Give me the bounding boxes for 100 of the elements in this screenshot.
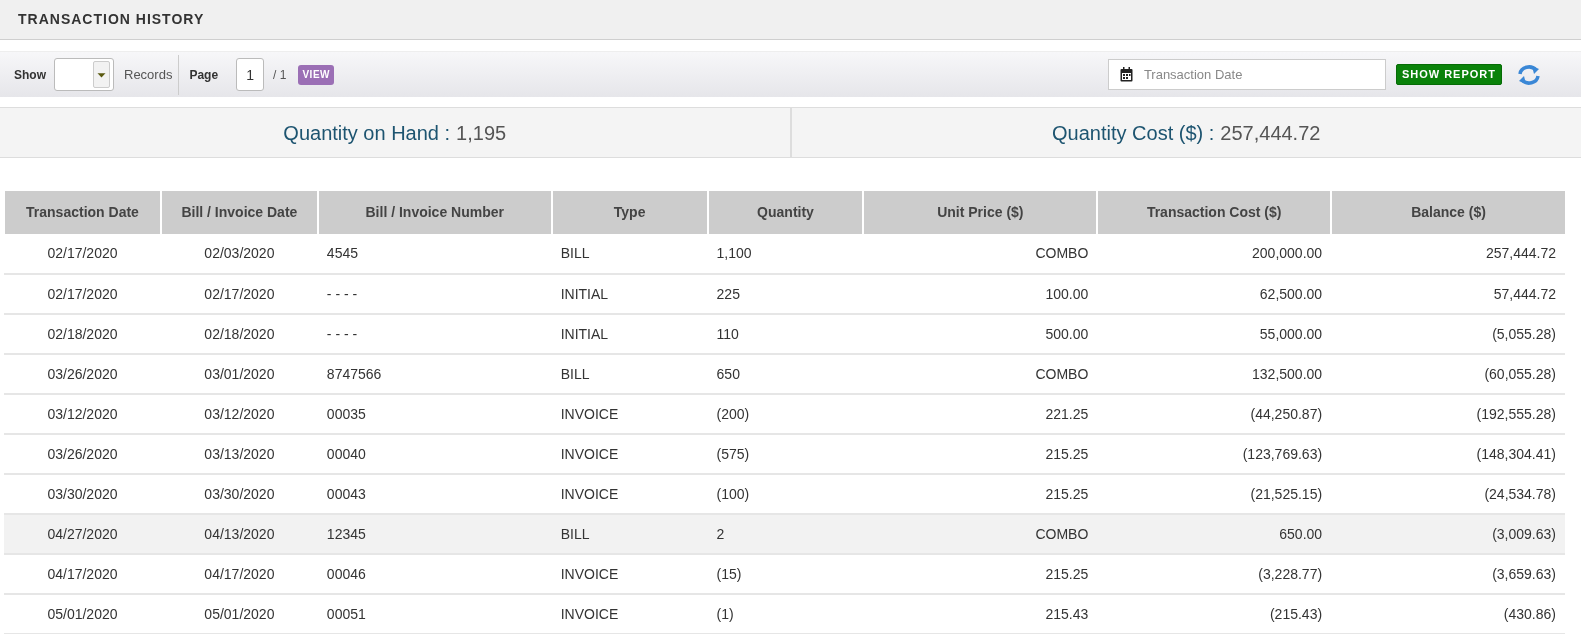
table-cell: INVOICE (551, 394, 708, 434)
table-cell: (60,055.28) (1331, 354, 1565, 394)
show-label: Show (14, 66, 46, 84)
table-cell: BILL (551, 514, 708, 554)
column-header: Bill / Invoice Number (317, 191, 552, 234)
table-cell: INITIAL (551, 314, 708, 354)
table-cell: 225 (707, 274, 864, 314)
table-cell: 00035 (317, 394, 552, 434)
table-cell: 00046 (317, 554, 552, 594)
table-cell: INITIAL (551, 274, 708, 314)
table-cell: INVOICE (551, 474, 708, 514)
table-row[interactable]: 02/17/2020 02/03/2020 4545 BILL 1,100 COMBO 200,000.00 257,444.72 (4, 234, 1565, 274)
table-cell: (100) (707, 474, 864, 514)
table-cell: 00051 (317, 594, 552, 634)
table-cell: 2 (707, 514, 864, 554)
table-cell: 12345 (317, 514, 552, 554)
dropdown-caret-icon (93, 61, 110, 88)
table-cell: 04/17/2020 (4, 554, 161, 594)
records-dropdown[interactable] (54, 58, 114, 91)
table-row[interactable]: 03/26/2020 03/01/2020 8747566 BILL 650 COMBO 132,500.00 (60,055.28) (4, 354, 1565, 394)
column-header: Balance ($) (1331, 191, 1565, 234)
table-row[interactable]: 03/30/2020 03/30/2020 00043 INVOICE (100) 215.25 (21,525.15) (24,534.78) (4, 474, 1565, 514)
summary-value: 1,195 (456, 120, 507, 146)
page-label: Page (189, 66, 219, 84)
table-cell: 1,100 (707, 234, 864, 274)
table-cell: 4545 (317, 234, 552, 274)
table-cell: 02/17/2020 (4, 234, 161, 274)
table-cell: (5,055.28) (1331, 314, 1565, 354)
table-row[interactable]: 04/17/2020 04/17/2020 00046 INVOICE (15) 215.25 (3,228.77) (3,659.63) (4, 554, 1565, 594)
table-row[interactable]: 03/26/2020 03/13/2020 00040 INVOICE (575) 215.25 (123,769.63) (148,304.41) (4, 434, 1565, 474)
table-cell: 215.25 (863, 474, 1098, 514)
table-cell: 00040 (317, 434, 552, 474)
table-cell: 650 (707, 354, 864, 394)
page-number-field[interactable]: 1 (236, 58, 265, 91)
table-cell: 02/18/2020 (4, 314, 161, 354)
table-cell: 55,000.00 (1097, 314, 1332, 354)
transaction-date-field[interactable]: Transaction Date (1107, 59, 1386, 90)
table-cell: 03/13/2020 (160, 434, 318, 474)
table-cell: 03/26/2020 (4, 354, 161, 394)
table-cell: (200) (707, 394, 864, 434)
table-cell: 02/17/2020 (4, 274, 161, 314)
table-row[interactable]: 05/01/2020 05/01/2020 00051 INVOICE (1) 215.43 (215.43) (430.86) (4, 594, 1565, 634)
table-cell: 03/30/2020 (4, 474, 161, 514)
table-cell: 05/01/2020 (4, 594, 161, 634)
table-cell: (215.43) (1097, 594, 1332, 634)
table-cell: 100.00 (863, 274, 1098, 314)
table-cell: 03/12/2020 (4, 394, 161, 434)
show-report-button[interactable]: SHOW REPORT (1395, 64, 1502, 85)
table-cell: (430.86) (1331, 594, 1565, 634)
table-cell: 8747566 (317, 354, 552, 394)
table-cell: 215.25 (863, 554, 1098, 594)
records-label: Records (124, 65, 173, 84)
table-cell: 257,444.72 (1331, 234, 1565, 274)
table-cell: 02/03/2020 (160, 234, 318, 274)
table-cell: 62,500.00 (1097, 274, 1332, 314)
table-cell: 110 (707, 314, 864, 354)
table-cell: (1) (707, 594, 864, 634)
table-cell: 03/30/2020 (160, 474, 318, 514)
table-cell: 04/13/2020 (160, 514, 318, 554)
summary-label: Quantity on Hand : (283, 120, 451, 146)
table-cell: BILL (551, 234, 708, 274)
table-cell: 02/17/2020 (160, 274, 318, 314)
table-cell: (24,534.78) (1331, 474, 1565, 514)
table-cell: INVOICE (551, 554, 708, 594)
table-row[interactable]: 02/17/2020 02/17/2020 - - - - INITIAL 225 100.00 62,500.00 57,444.72 (4, 274, 1565, 314)
table-cell: 221.25 (863, 394, 1098, 434)
column-header: Type (551, 191, 708, 234)
table-cell: 650.00 (1097, 514, 1332, 554)
column-header: Unit Price ($) (863, 191, 1098, 234)
table-cell: INVOICE (551, 434, 708, 474)
view-button[interactable]: VIEW (298, 64, 334, 85)
table-row[interactable]: 03/12/2020 03/12/2020 00035 INVOICE (200) 221.25 (44,250.87) (192,555.28) (4, 394, 1565, 434)
table-cell: 03/12/2020 (160, 394, 318, 434)
table-cell: (44,250.87) (1097, 394, 1332, 434)
column-header: Quantity (707, 191, 864, 234)
table-cell: - - - - (317, 314, 552, 354)
table-row[interactable]: 02/18/2020 02/18/2020 - - - - INITIAL 110 500.00 55,000.00 (5,055.28) (4, 314, 1565, 354)
table-cell: 03/26/2020 (4, 434, 161, 474)
table-cell: 215.43 (863, 594, 1098, 634)
summary-value: 257,444.72 (1220, 120, 1321, 146)
refresh-icon[interactable] (1517, 63, 1541, 86)
column-header: Transaction Cost ($) (1097, 191, 1332, 234)
table-cell: COMBO (863, 234, 1098, 274)
page-total: / 1 (273, 66, 287, 84)
table-cell: 200,000.00 (1097, 234, 1332, 274)
table-cell: 57,444.72 (1331, 274, 1565, 314)
table-cell: 03/01/2020 (160, 354, 318, 394)
table-cell: (3,228.77) (1097, 554, 1332, 594)
table-cell: 04/17/2020 (160, 554, 318, 594)
table-cell: (123,769.63) (1097, 434, 1332, 474)
table-cell: - - - - (317, 274, 552, 314)
summary-label: Quantity Cost ($) : (1052, 120, 1215, 146)
column-header: Transaction Date (4, 191, 161, 234)
table-cell: (148,304.41) (1331, 434, 1565, 474)
table-cell: (575) (707, 434, 864, 474)
table-cell: (3,009.63) (1331, 514, 1565, 554)
table-cell: 500.00 (863, 314, 1098, 354)
page-title: TRANSACTION HISTORY (18, 10, 205, 29)
table-cell: 05/01/2020 (160, 594, 318, 634)
table-cell: 132,500.00 (1097, 354, 1332, 394)
